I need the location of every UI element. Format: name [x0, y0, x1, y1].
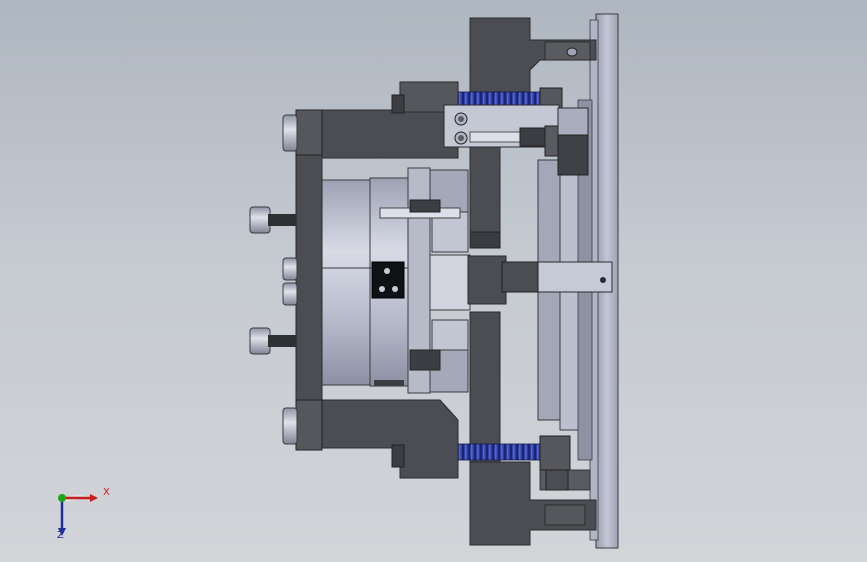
z-axis-label: Z [57, 530, 64, 541]
x-axis-label: X [103, 487, 110, 498]
left-bolts[interactable] [249, 114, 298, 445]
cad-assembly-model[interactable] [0, 0, 867, 562]
3d-graphics-viewport[interactable]: X Z [0, 0, 867, 562]
cylinder-label-plate [371, 261, 405, 299]
lower-clamp-arm[interactable] [321, 399, 459, 479]
coordinate-triad: X Z [40, 478, 120, 548]
upper-linkage-plate[interactable] [443, 104, 562, 157]
upper-cam-block[interactable] [557, 107, 589, 176]
y-axis-dot [58, 494, 66, 502]
left-end-plate[interactable] [295, 109, 323, 451]
upper-clamp-arm[interactable] [321, 81, 459, 159]
x-axis-arrow [90, 494, 98, 502]
